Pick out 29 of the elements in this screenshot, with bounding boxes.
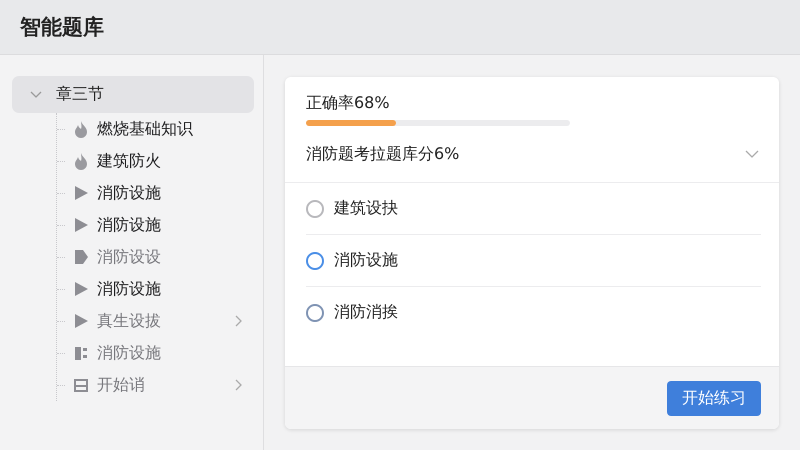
play-icon [73,280,89,298]
window-title: 智能题库 [20,14,104,41]
tree-item[interactable]: 消防设施 [57,273,247,305]
chevron-right-icon [235,315,243,327]
accuracy-label: 正确率68% [306,93,390,112]
play-icon [73,184,89,202]
film-icon [73,344,89,362]
tree-item[interactable]: 消防设施 [57,177,247,209]
dropdown[interactable]: 消防题考拉题库分6% [306,126,759,182]
radio-button[interactable] [306,252,324,270]
tree-item[interactable]: 燃烧基础知识 [57,113,247,145]
tag-icon [73,248,89,266]
radio-button[interactable] [306,304,324,322]
radio-option[interactable]: 消防设施 [306,235,761,287]
chevron-icon [745,150,759,158]
chevron-icon [30,90,42,98]
tray-icon [73,376,89,394]
tree-item[interactable]: 建筑防火 [57,145,247,177]
radio-button[interactable] [306,200,324,218]
radio-option[interactable]: 建筑设抉 [306,183,761,235]
play-icon [73,216,89,234]
flame-icon [73,120,89,138]
start-button[interactable]: 开始练习 [667,380,761,416]
play-icon [73,312,89,330]
chevron-right-icon [235,379,243,391]
radio-option[interactable]: 消防消挨 [306,287,761,338]
tree-item[interactable]: 消防设施 [57,209,247,241]
flame-icon [73,152,89,170]
tree-item[interactable]: 章三节 [12,76,254,113]
